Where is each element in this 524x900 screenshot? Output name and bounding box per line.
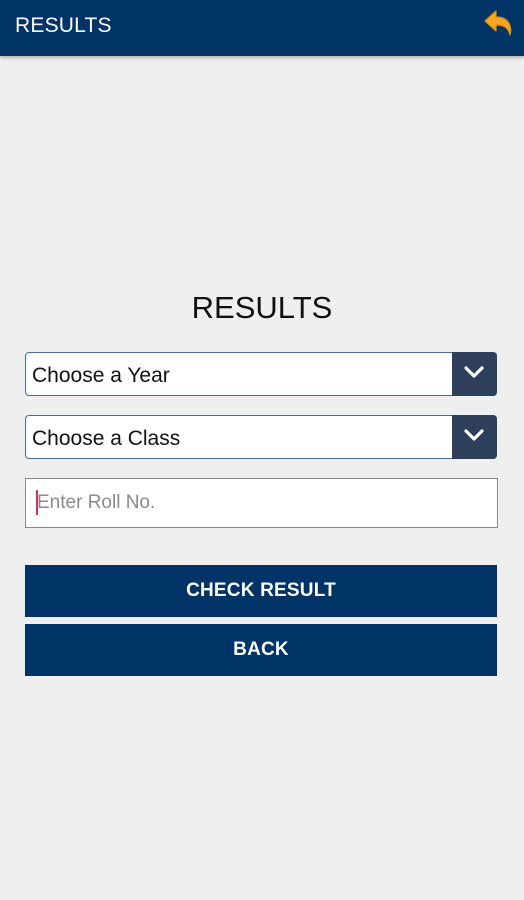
chevron-down-icon [464,429,484,441]
reply-arrow-icon[interactable] [482,6,516,44]
class-select[interactable]: Choose a Class [25,415,497,459]
chevron-down-icon [464,366,484,378]
app-bar: RESULTS [0,0,524,56]
roll-number-input[interactable] [25,478,498,528]
text-cursor [36,490,38,515]
app-bar-title: RESULTS [15,14,112,37]
check-result-button[interactable]: CHECK RESULT [25,565,497,617]
class-select-toggle[interactable] [452,415,497,459]
back-button[interactable]: BACK [25,624,497,676]
page-title: RESULTS [191,290,333,325]
class-select-value: Choose a Class [32,427,181,450]
year-select-toggle[interactable] [452,352,497,396]
year-select-value: Choose a Year [32,364,170,387]
year-select[interactable]: Choose a Year [25,352,497,396]
